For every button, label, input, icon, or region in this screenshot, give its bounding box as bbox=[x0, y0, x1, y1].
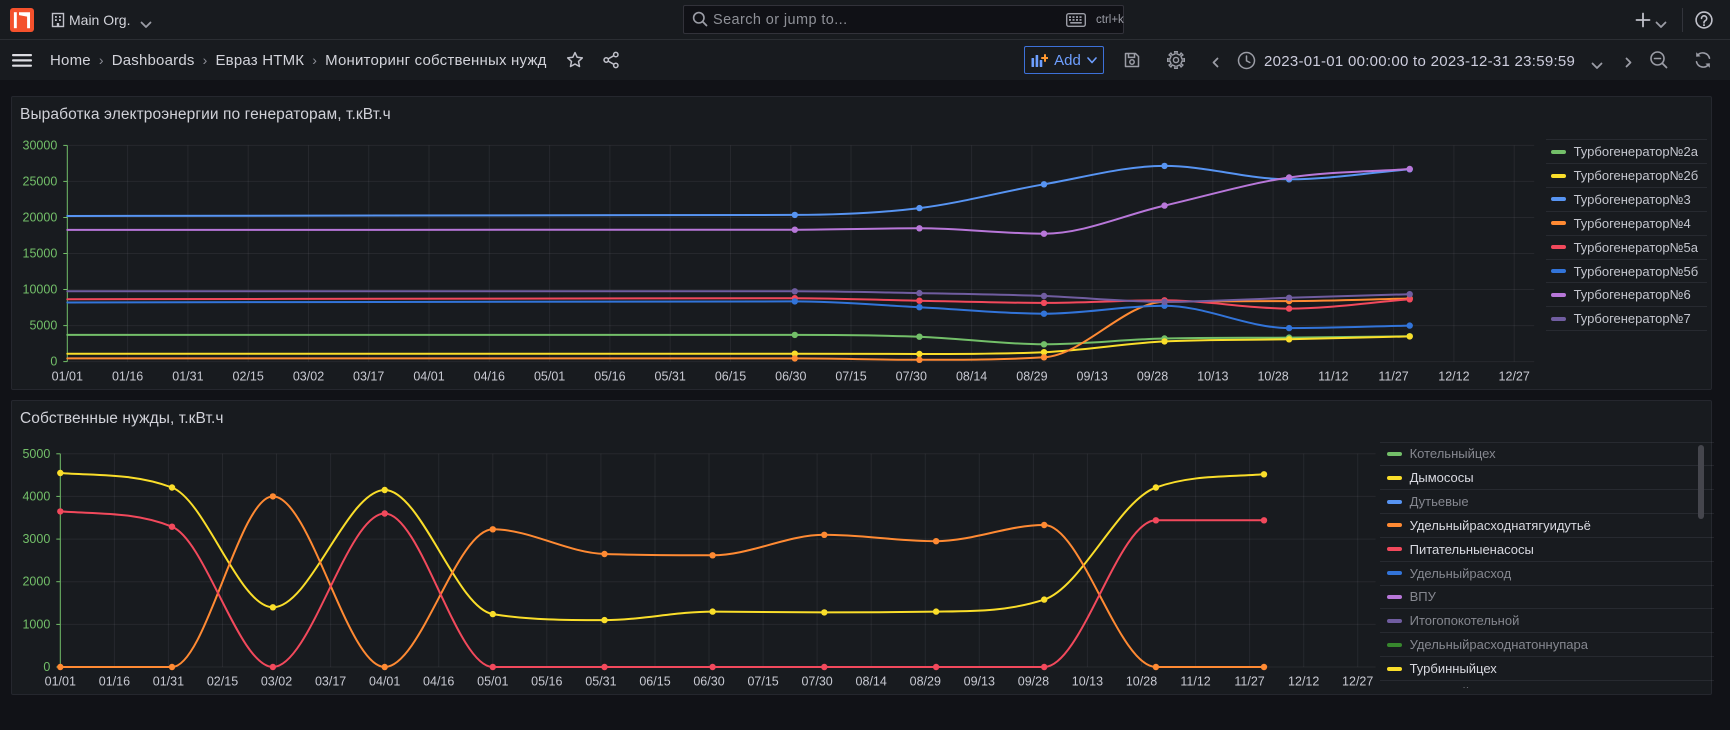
svg-text:05/16: 05/16 bbox=[531, 675, 562, 689]
svg-text:01/16: 01/16 bbox=[99, 675, 130, 689]
svg-text:09/13: 09/13 bbox=[964, 675, 995, 689]
svg-text:5000: 5000 bbox=[29, 319, 57, 333]
svg-text:04/16: 04/16 bbox=[474, 370, 505, 384]
svg-text:07/30: 07/30 bbox=[896, 370, 927, 384]
svg-text:04/16: 04/16 bbox=[423, 675, 454, 689]
svg-text:05/31: 05/31 bbox=[655, 370, 686, 384]
svg-text:11/12: 11/12 bbox=[1180, 675, 1210, 689]
svg-text:10000: 10000 bbox=[23, 283, 58, 297]
svg-text:12/12: 12/12 bbox=[1438, 370, 1469, 384]
svg-text:09/28: 09/28 bbox=[1137, 370, 1168, 384]
svg-text:10/28: 10/28 bbox=[1126, 675, 1157, 689]
svg-text:10/28: 10/28 bbox=[1257, 370, 1288, 384]
svg-text:12/27: 12/27 bbox=[1342, 675, 1373, 689]
svg-text:09/13: 09/13 bbox=[1077, 370, 1108, 384]
svg-text:03/17: 03/17 bbox=[353, 370, 384, 384]
svg-text:03/02: 03/02 bbox=[293, 370, 324, 384]
svg-text:10/13: 10/13 bbox=[1072, 675, 1103, 689]
svg-text:08/14: 08/14 bbox=[956, 370, 987, 384]
svg-text:15000: 15000 bbox=[23, 247, 58, 261]
svg-text:03/02: 03/02 bbox=[261, 675, 292, 689]
svg-text:25000: 25000 bbox=[23, 174, 58, 188]
svg-text:09/28: 09/28 bbox=[1018, 675, 1049, 689]
svg-text:1000: 1000 bbox=[22, 617, 50, 631]
svg-text:01/01: 01/01 bbox=[52, 370, 83, 384]
svg-text:06/30: 06/30 bbox=[775, 370, 806, 384]
svg-text:11/27: 11/27 bbox=[1234, 675, 1264, 689]
svg-text:06/15: 06/15 bbox=[715, 370, 746, 384]
svg-text:05/31: 05/31 bbox=[585, 675, 616, 689]
svg-text:05/01: 05/01 bbox=[534, 370, 565, 384]
svg-text:5000: 5000 bbox=[22, 447, 50, 461]
svg-text:0: 0 bbox=[50, 355, 57, 369]
svg-text:06/30: 06/30 bbox=[693, 675, 724, 689]
svg-text:3000: 3000 bbox=[22, 532, 50, 546]
svg-text:12/12: 12/12 bbox=[1288, 675, 1319, 689]
svg-text:02/15: 02/15 bbox=[233, 370, 264, 384]
svg-text:11/12: 11/12 bbox=[1318, 370, 1348, 384]
svg-text:04/01: 04/01 bbox=[413, 370, 444, 384]
svg-text:01/31: 01/31 bbox=[172, 370, 203, 384]
svg-text:10/13: 10/13 bbox=[1197, 370, 1228, 384]
svg-text:03/17: 03/17 bbox=[315, 675, 346, 689]
svg-text:01/16: 01/16 bbox=[112, 370, 143, 384]
svg-text:08/29: 08/29 bbox=[910, 675, 941, 689]
svg-text:01/01: 01/01 bbox=[45, 675, 76, 689]
svg-text:2000: 2000 bbox=[22, 575, 50, 589]
svg-text:08/29: 08/29 bbox=[1016, 370, 1047, 384]
svg-text:12/27: 12/27 bbox=[1499, 370, 1530, 384]
svg-text:05/01: 05/01 bbox=[477, 675, 508, 689]
svg-text:08/14: 08/14 bbox=[856, 675, 887, 689]
svg-text:4000: 4000 bbox=[22, 489, 50, 503]
svg-text:06/15: 06/15 bbox=[639, 675, 670, 689]
svg-text:05/16: 05/16 bbox=[594, 370, 625, 384]
svg-text:07/15: 07/15 bbox=[835, 370, 866, 384]
svg-text:0: 0 bbox=[43, 660, 50, 674]
svg-text:07/15: 07/15 bbox=[747, 675, 778, 689]
svg-text:30000: 30000 bbox=[23, 138, 58, 152]
svg-text:04/01: 04/01 bbox=[369, 675, 400, 689]
svg-text:11/27: 11/27 bbox=[1378, 370, 1408, 384]
svg-text:01/31: 01/31 bbox=[153, 675, 184, 689]
svg-text:20000: 20000 bbox=[23, 211, 58, 225]
svg-text:02/15: 02/15 bbox=[207, 675, 238, 689]
svg-text:07/30: 07/30 bbox=[801, 675, 832, 689]
